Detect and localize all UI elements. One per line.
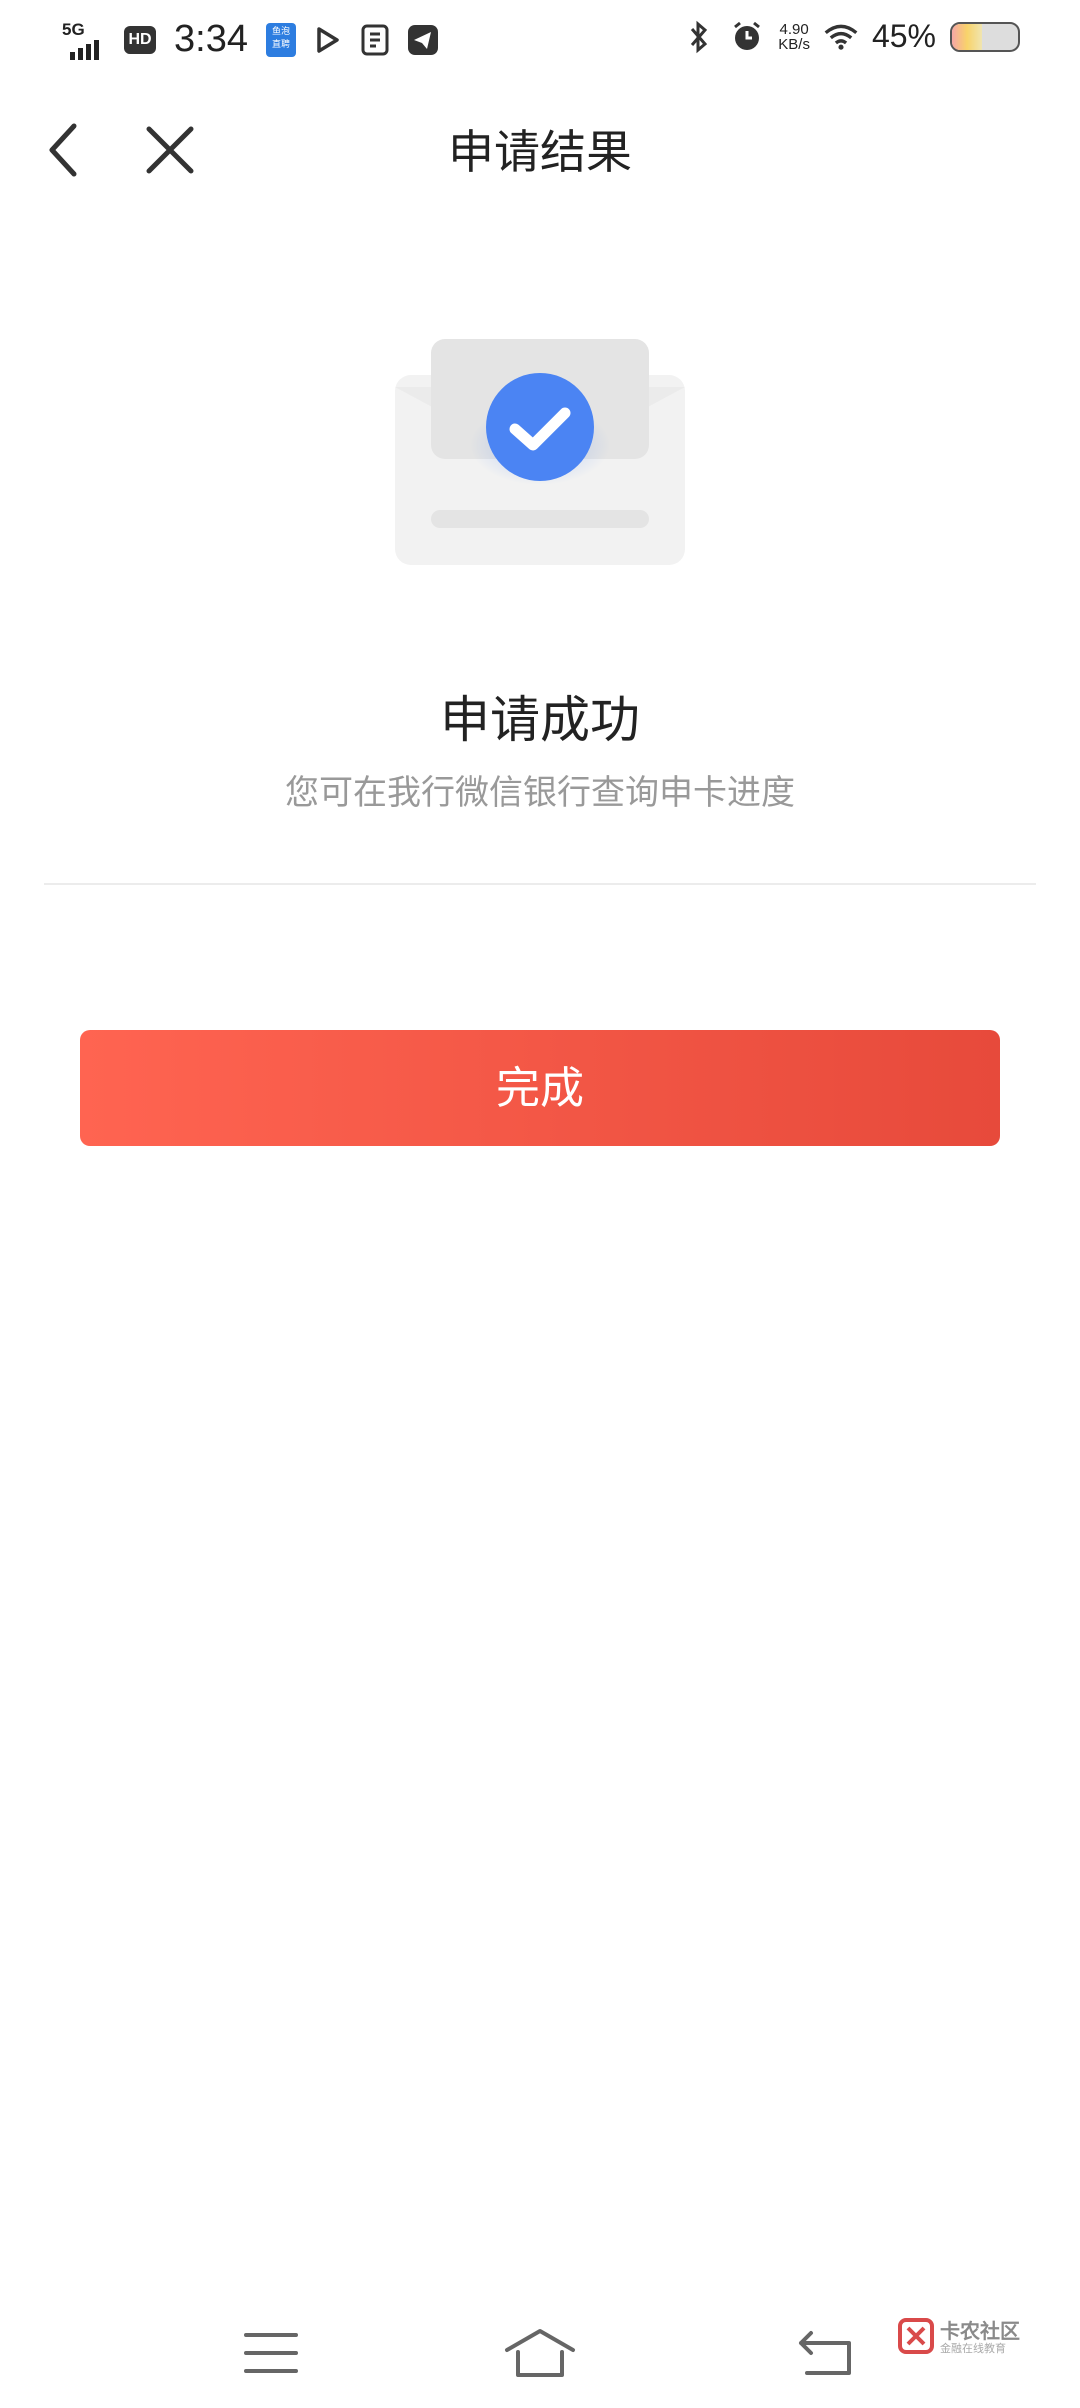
home-button[interactable] xyxy=(500,2320,580,2390)
menu-button[interactable] xyxy=(231,2320,311,2390)
success-envelope-check-icon xyxy=(395,335,685,565)
speed-unit: KB/s xyxy=(778,35,810,53)
app-notification-icon: 鱼泡 直聘 xyxy=(265,22,296,57)
page-title: 申请结果 xyxy=(448,125,632,179)
network-speed: 4.90 KB/s xyxy=(778,22,810,52)
result-description: 您可在我行微信银行查询申卡进度 xyxy=(285,773,795,813)
bluetooth-icon xyxy=(682,20,716,54)
app-badge-line1: 鱼泡 xyxy=(271,26,290,37)
menu-icon xyxy=(243,2331,299,2379)
speed-value: 4.90 xyxy=(779,20,809,38)
watermark-name: 卡农社区 xyxy=(940,2319,1020,2343)
status-bar: 5G HD 3:34 鱼泡 直聘 4.90 KB/s 45% xyxy=(0,0,1080,84)
home-icon xyxy=(504,2328,576,2382)
network-type: 5G xyxy=(62,19,85,39)
back-nav-button[interactable] xyxy=(785,2320,865,2390)
app-badge-line2: 直聘 xyxy=(271,39,290,50)
done-button[interactable]: 完成 xyxy=(80,1030,1000,1146)
hd-badge: HD xyxy=(124,25,156,54)
header: 申请结果 xyxy=(0,100,1080,204)
divider xyxy=(44,883,1036,885)
kanong-logo-icon xyxy=(898,2318,934,2358)
watermark-tagline: 金融在线教育 xyxy=(940,2342,1006,2355)
battery-percent: 45% xyxy=(871,18,936,54)
telegram-icon xyxy=(406,23,440,57)
document-icon xyxy=(358,23,392,57)
result-title: 申请成功 xyxy=(440,691,640,749)
cellular-signal-icon: 5G xyxy=(62,20,110,60)
alarm-icon xyxy=(730,20,764,54)
battery-icon xyxy=(950,21,1020,52)
watermark: 卡农社区 金融在线教育 xyxy=(898,2318,1020,2358)
back-icon xyxy=(797,2329,853,2381)
play-icon xyxy=(310,23,344,57)
battery-level xyxy=(952,23,982,50)
status-time: 3:34 xyxy=(174,18,248,60)
wifi-icon xyxy=(824,20,858,54)
